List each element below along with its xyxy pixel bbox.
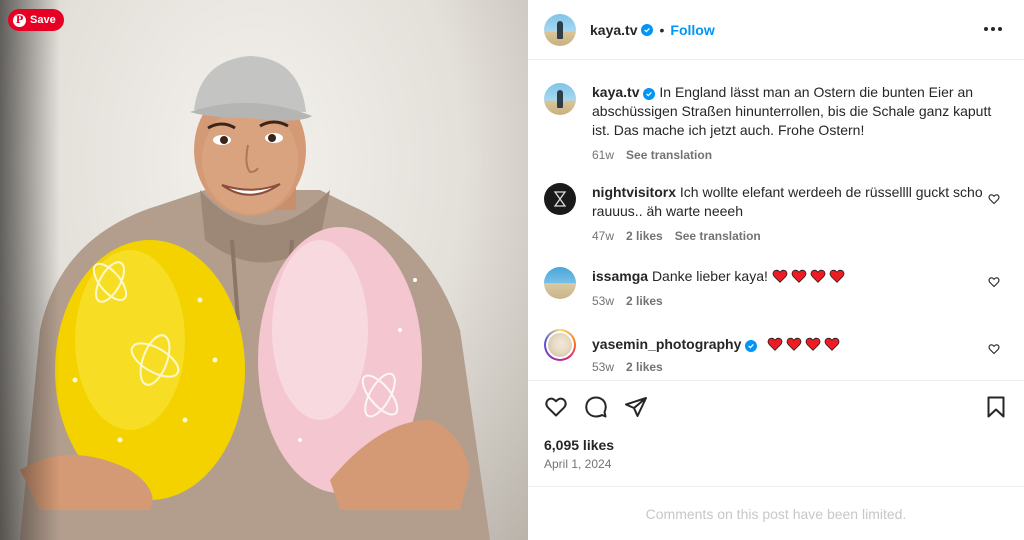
- comment-text: Danke lieber kaya!: [651, 268, 768, 284]
- pinterest-icon: P: [13, 13, 26, 27]
- comment-icon[interactable]: [584, 395, 608, 419]
- comment-likes[interactable]: 2 likes: [626, 229, 663, 243]
- separator-dot: •: [659, 21, 665, 38]
- author-username[interactable]: kaya.tv: [590, 22, 637, 38]
- post-photo[interactable]: P Save: [0, 0, 528, 540]
- comment-item: issamga Danke lieber kaya! 53w 2 likes: [544, 267, 1014, 308]
- comment-like-icon[interactable]: [988, 276, 1000, 288]
- comment-username[interactable]: issamga: [592, 268, 648, 284]
- follow-button[interactable]: Follow: [670, 22, 714, 38]
- comment-likes[interactable]: 2 likes: [626, 294, 663, 308]
- paper-plane-icon[interactable]: [624, 395, 648, 419]
- likes-count[interactable]: 6,095 likes: [544, 437, 614, 453]
- verified-badge-icon: [641, 23, 654, 36]
- see-translation-link[interactable]: See translation: [626, 148, 712, 162]
- comment-age: 53w: [592, 360, 615, 374]
- author-avatar[interactable]: [544, 83, 576, 115]
- caption: kaya.tv In England lässt man an Ostern d…: [544, 83, 1014, 162]
- easter-eggs-photo: [20, 56, 490, 540]
- comment-item: nightvisitorx Ich wollte elefant werdeeh…: [544, 183, 1014, 243]
- bookmark-icon[interactable]: [984, 395, 1008, 419]
- comment-username[interactable]: yasemin_photography: [592, 336, 741, 352]
- comment-likes[interactable]: 2 likes: [626, 360, 663, 374]
- author-avatar[interactable]: [544, 13, 576, 46]
- action-bar: 6,095 likes April 1, 2024: [528, 380, 1024, 486]
- verified-badge-icon: [745, 340, 758, 352]
- verified-badge-icon: [643, 88, 656, 100]
- comment-item: yasemin_photography 53w 2 likes: [544, 329, 1014, 374]
- commenter-avatar[interactable]: [544, 183, 576, 215]
- heart-icon[interactable]: [544, 395, 568, 419]
- see-translation-link[interactable]: See translation: [675, 229, 761, 243]
- post-panel: kaya.tv • Follow kaya.tv In England läss…: [528, 0, 1024, 540]
- more-options-icon[interactable]: [984, 22, 1004, 36]
- comment-like-icon[interactable]: [988, 193, 1000, 205]
- comment-username[interactable]: nightvisitorx: [592, 184, 676, 200]
- comments-limited-notice: Comments on this post have been limited.: [528, 486, 1024, 540]
- heart-emojis: [767, 336, 843, 352]
- save-label: Save: [30, 14, 56, 26]
- comment-age: 53w: [592, 294, 615, 308]
- post-header: kaya.tv • Follow: [528, 0, 1024, 60]
- comment-age: 47w: [592, 229, 615, 243]
- heart-emojis: [772, 268, 848, 284]
- caption-age: 61w: [592, 148, 615, 162]
- comments-list[interactable]: kaya.tv In England lässt man an Ostern d…: [528, 61, 1024, 379]
- commenter-avatar[interactable]: [544, 329, 576, 361]
- photo-vignette: [0, 0, 60, 540]
- comment-like-icon[interactable]: [988, 343, 1000, 355]
- post-date: April 1, 2024: [544, 457, 612, 471]
- caption-username[interactable]: kaya.tv: [592, 84, 639, 100]
- commenter-avatar[interactable]: [544, 267, 576, 299]
- pinterest-save-button[interactable]: P Save: [8, 9, 64, 31]
